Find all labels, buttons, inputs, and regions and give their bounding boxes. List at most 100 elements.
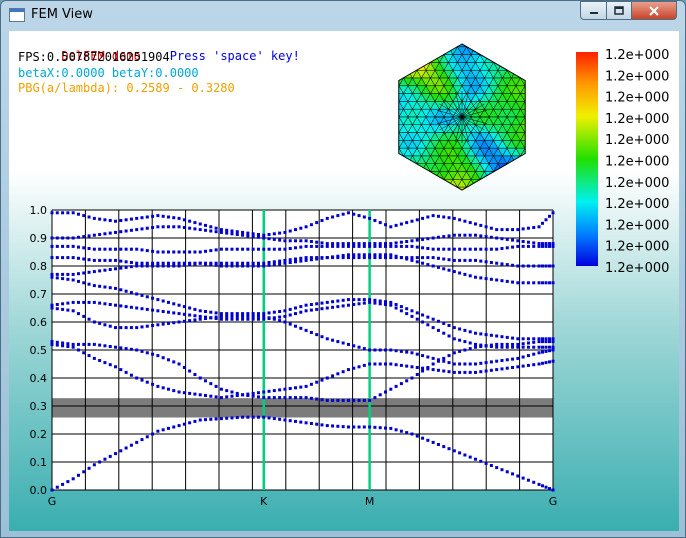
band-point [436,368,440,372]
band-point [436,247,440,251]
band-point [436,443,440,446]
opengl-viewport[interactable]: DelFEM demo Press 'space' key! FPS:0.507… [9,31,679,531]
title-bar[interactable]: FEM View [1,1,685,31]
band-point [431,264,435,268]
band-point [309,396,313,400]
band-point [50,342,54,346]
band-point [495,247,499,251]
band-point [378,244,382,248]
band-point [151,249,155,253]
band-point [156,384,160,388]
band-point [251,264,255,268]
band-point [341,341,345,345]
band-point [341,244,345,248]
band-point [61,307,65,311]
band-point [241,230,245,234]
band-point [299,310,303,314]
band-point [384,348,388,352]
band-point [436,358,440,362]
band-point [378,256,382,260]
band-point [256,314,260,318]
band-point [309,240,313,243]
band-point [421,256,425,260]
band-point [209,417,213,421]
band-point [431,440,435,444]
band-point [505,335,509,339]
band-point [304,303,308,307]
band-point [378,426,382,430]
band-point [394,244,398,248]
band-point [394,223,398,227]
band-point [71,278,75,282]
band-point [230,394,234,398]
band-point [405,312,409,316]
band-point [468,341,472,345]
band-point [399,429,403,433]
band-point [452,449,456,453]
band-point [198,228,202,232]
band-point [225,314,229,318]
band-point [304,225,308,229]
band-point [362,244,366,248]
band-point [421,354,425,358]
band-point [521,264,525,268]
band-point [92,463,96,467]
band-point [98,247,102,251]
band-point [405,350,409,354]
band-point [156,429,160,433]
band-point [521,281,525,285]
band-point [204,223,208,227]
band-point [98,233,102,236]
band-point [267,237,271,241]
band-point [161,322,165,326]
band-point [267,263,271,267]
band-point [357,242,361,246]
band-point [452,247,456,251]
band-point [479,259,483,263]
band-point [368,216,372,220]
band-point [320,307,324,311]
band-point [82,246,86,250]
band-point [336,305,340,309]
band-point [373,396,377,400]
band-point [331,374,335,378]
band-point [108,231,112,235]
band-point [489,261,493,264]
band-point [405,256,409,260]
band-point [325,216,329,220]
band-point [346,242,350,246]
band-point [98,321,102,325]
band-point [219,312,223,316]
band-point [129,228,133,232]
band-point [304,239,308,243]
band-point [61,211,65,215]
band-point [230,314,234,318]
band-point [209,394,213,398]
minimize-button[interactable] [580,1,607,20]
band-point [71,342,75,346]
band-point [373,362,377,366]
band-point [544,244,548,248]
band-point [294,419,298,423]
maximize-button[interactable] [606,1,632,20]
band-point [177,320,181,324]
band-point [108,219,112,222]
band-point [426,355,430,359]
band-point [82,214,86,218]
band-point [452,362,456,366]
band-point [399,382,403,386]
x-tick-label: K [260,495,268,508]
band-point [225,395,229,399]
band-point [272,396,276,400]
band-point [135,228,139,232]
band-point [114,303,118,307]
band-point [108,268,112,271]
band-point [526,341,530,345]
band-point [140,307,144,311]
band-point [436,319,440,323]
close-button[interactable] [631,1,677,20]
band-point [294,324,298,328]
y-tick-label: 0.4 [30,372,48,385]
band-point [135,264,139,268]
band-point [410,244,414,248]
